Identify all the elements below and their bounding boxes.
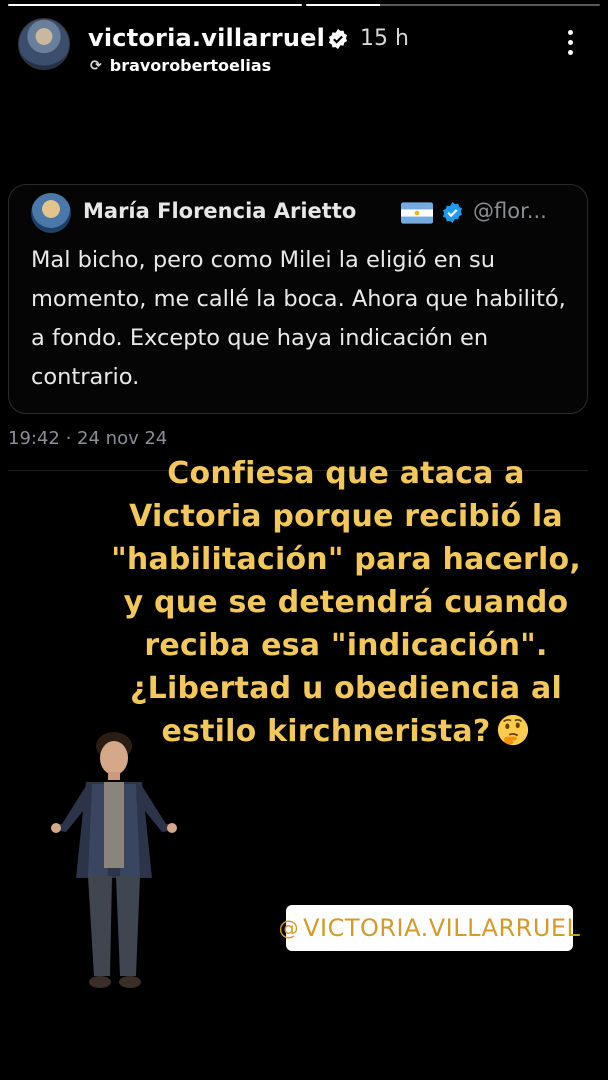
- verified-icon: [328, 28, 348, 50]
- avatar[interactable]: [18, 18, 70, 70]
- reposted-from[interactable]: bravorobertoelias: [110, 56, 271, 75]
- tweet-text: Mal bicho, pero como Milei la eligió en …: [31, 247, 566, 390]
- caption-text: Confiesa que ataca a Victoria porque rec…: [106, 452, 586, 753]
- mention-text[interactable]: VICTORIA.VILLARRUEL: [303, 914, 580, 942]
- progress-fill-2: [306, 4, 380, 6]
- tweet-card: María Florencia Arietto @flor... Mal bic…: [8, 184, 588, 414]
- caption-body: Confiesa que ataca a Victoria porque rec…: [111, 456, 581, 749]
- tweet-author-name: María Florencia Arietto: [83, 199, 357, 223]
- post-time: 15 h: [360, 26, 409, 51]
- repost-icon: ⟳: [90, 57, 102, 74]
- progress-fill-1: [8, 4, 302, 6]
- story-progress: [8, 4, 600, 6]
- mention-sticker[interactable]: @ VICTORIA.VILLARRUEL: [279, 905, 580, 951]
- tweet-handle: @flor...: [473, 199, 547, 223]
- story-progress-segment-2: [306, 4, 600, 6]
- person-sticker[interactable]: [48, 728, 180, 998]
- tweet-date: 19:42 · 24 nov 24: [8, 428, 168, 449]
- repost-line[interactable]: ⟳ bravorobertoelias: [90, 56, 271, 75]
- username[interactable]: victoria.villarruel: [88, 24, 325, 52]
- at-icon: @: [278, 916, 300, 940]
- argentina-flag-icon: [401, 202, 433, 224]
- tweet-avatar: [31, 193, 71, 233]
- thinking-face-icon: [498, 714, 529, 746]
- more-icon[interactable]: [568, 30, 574, 60]
- story-progress-segment-1: [8, 4, 302, 6]
- story-header: victoria.villarruel 15 h ⟳ bravorobertoe…: [18, 14, 596, 78]
- tweet-verified-icon: [443, 201, 462, 224]
